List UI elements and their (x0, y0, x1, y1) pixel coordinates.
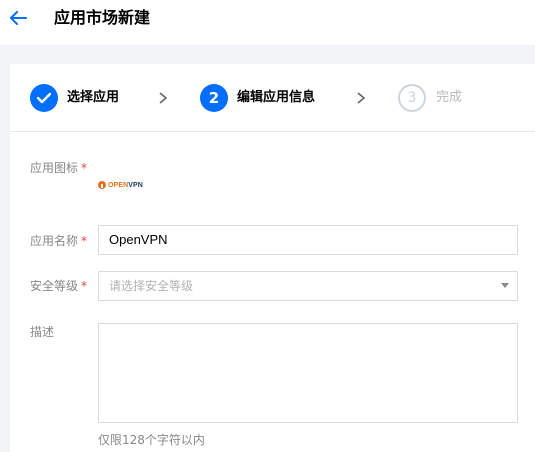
security-level-select[interactable]: 请选择安全等级 (98, 271, 518, 301)
check-icon (36, 92, 52, 104)
required-mark: * (81, 234, 88, 248)
security-level-label: 安全等级 * (30, 279, 88, 293)
page-title: 应用市场新建 (54, 8, 151, 27)
step-3-label: 完成 (436, 90, 463, 105)
app-name-input[interactable]: OpenVPN (98, 225, 518, 255)
description-label: 描述 (30, 325, 55, 339)
openvpn-logo-icon (98, 181, 106, 189)
openvpn-logo[interactable]: OPENVPN (98, 178, 143, 192)
chevron-right-icon (357, 92, 365, 104)
step-2-indicator: 2 (200, 84, 228, 112)
description-hint: 仅限128个字符以内 (98, 433, 205, 447)
step-2-label: 编辑应用信息 (237, 90, 316, 105)
logo-text: OPENVPN (108, 181, 143, 189)
security-level-placeholder: 请选择安全等级 (109, 279, 194, 293)
step-1-label: 选择应用 (67, 90, 120, 105)
app-name-label: 应用名称 * (30, 234, 88, 248)
stepper: 选择应用 2 编辑应用信息 3 完成 (10, 64, 535, 132)
app-icon-label: 应用图标 * (30, 161, 88, 175)
step-1-indicator (30, 84, 58, 112)
arrow-left-icon[interactable] (9, 11, 27, 25)
dropdown-arrow-icon (501, 283, 509, 288)
chevron-right-icon (159, 92, 167, 104)
required-mark: * (81, 279, 88, 293)
required-mark: * (81, 161, 88, 175)
form-card: 选择应用 2 编辑应用信息 3 完成 应用图标 * OPENVPN 应用名称 * O… (10, 64, 535, 452)
step-3-indicator: 3 (398, 84, 426, 112)
description-textarea[interactable] (98, 323, 518, 423)
header-bar: 应用市场新建 (0, 0, 535, 45)
